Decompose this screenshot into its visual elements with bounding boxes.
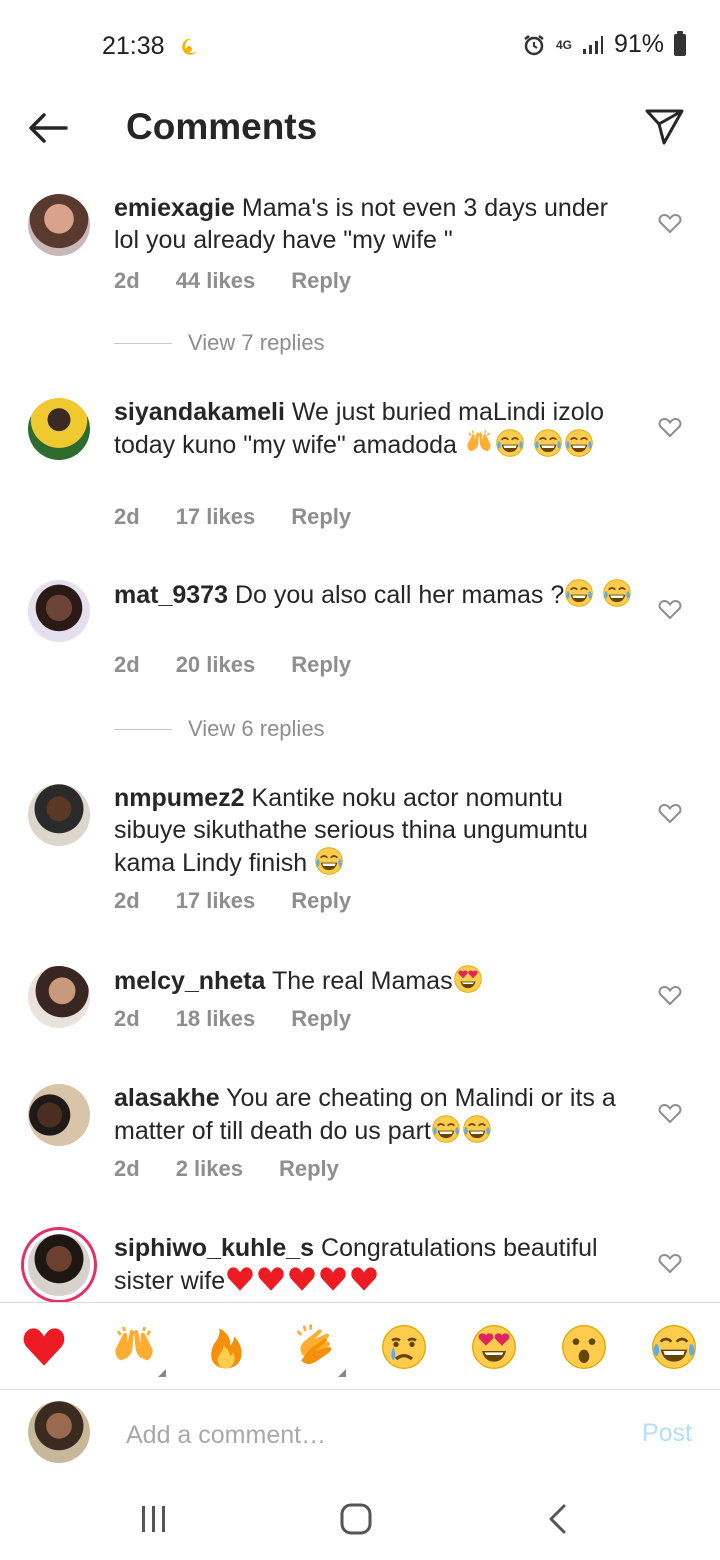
red-heart-emoji-icon (318, 1264, 348, 1294)
like-heart-icon[interactable] (658, 1252, 682, 1274)
like-heart-icon[interactable] (658, 1102, 682, 1124)
tears-of-joy-emoji-icon (462, 1114, 492, 1144)
like-heart-icon[interactable] (658, 416, 682, 438)
network-type-label: 4G (555, 37, 572, 52)
comment-time: 2d (114, 652, 140, 677)
battery-icon (674, 30, 686, 56)
tears-of-joy-emoji-icon (533, 428, 563, 458)
battery-percent: 91% (613, 30, 664, 58)
crying-face-reaction-icon[interactable] (380, 1323, 428, 1371)
surprised-face-reaction-icon[interactable] (560, 1323, 608, 1371)
raising-hands-emoji-icon (464, 428, 494, 458)
like-heart-icon[interactable] (658, 802, 682, 824)
like-heart-icon[interactable] (658, 598, 682, 620)
tears-of-joy-emoji-icon (564, 428, 594, 458)
red-heart-emoji-icon (287, 1264, 317, 1294)
view-replies-label: View 6 replies (188, 716, 325, 741)
raising-hands-reaction-icon[interactable] (110, 1323, 158, 1371)
reply-button[interactable]: Reply (291, 504, 351, 530)
avatar[interactable] (28, 966, 90, 1028)
like-heart-icon[interactable] (658, 212, 682, 234)
tears-of-joy-emoji-icon (495, 428, 525, 458)
comment-time: 2d (114, 268, 140, 293)
comment-username[interactable]: nmpumez2 (114, 784, 245, 812)
comment-username[interactable]: siphiwo_kuhle_s (114, 1234, 314, 1262)
home-icon[interactable] (336, 1502, 376, 1536)
reply-button[interactable]: Reply (291, 652, 351, 678)
comment-time: 2d (114, 888, 140, 913)
comment-username[interactable]: emiexagie (114, 194, 235, 222)
comment-time: 2d (114, 1006, 140, 1031)
quick-reaction-bar (0, 1302, 720, 1390)
reply-button[interactable]: Reply (291, 268, 351, 294)
skin-tone-indicator (158, 1369, 166, 1377)
system-navigation-bar (0, 1480, 720, 1560)
comment-time: 2d (114, 1156, 140, 1181)
comment-username[interactable]: siyandakameli (114, 398, 285, 426)
view-replies-label: View 7 replies (188, 330, 325, 355)
comment-likes[interactable]: 44 likes (176, 268, 256, 294)
heart-reaction-icon[interactable] (20, 1323, 68, 1371)
back-nav-icon[interactable] (538, 1502, 578, 1536)
tears-of-joy-emoji-icon (564, 578, 594, 608)
view-replies-button[interactable]: View 7 replies (114, 330, 325, 356)
fire-reaction-icon[interactable] (202, 1323, 250, 1371)
red-heart-emoji-icon (225, 1264, 255, 1294)
tears-of-joy-reaction-icon[interactable] (650, 1323, 698, 1371)
current-user-avatar (28, 1401, 90, 1463)
avatar[interactable] (28, 194, 90, 256)
red-heart-emoji-icon (256, 1264, 286, 1294)
tears-of-joy-emoji-icon (431, 1114, 461, 1144)
comment-composer: Post (0, 1389, 720, 1479)
avatar[interactable] (28, 1084, 90, 1146)
page-title: Comments (126, 106, 318, 147)
comment-likes[interactable]: 17 likes (176, 888, 256, 914)
comment-likes[interactable]: 17 likes (176, 504, 256, 530)
avatar[interactable] (28, 580, 90, 642)
comment-text: The real Mamas (271, 967, 453, 995)
moon-icon (182, 38, 197, 55)
like-heart-icon[interactable] (658, 984, 682, 1006)
avatar[interactable] (28, 784, 90, 846)
avatar[interactable] (28, 1234, 90, 1296)
header: Comments (0, 92, 720, 166)
view-replies-button[interactable]: View 6 replies (114, 716, 325, 742)
comment-text: Do you also call her mamas ? (234, 581, 565, 609)
share-send-icon[interactable] (642, 104, 686, 148)
tears-of-joy-emoji-icon (314, 846, 344, 876)
heart-eyes-emoji-icon (453, 964, 483, 994)
clapping-hands-reaction-icon[interactable] (292, 1323, 340, 1371)
skin-tone-indicator (338, 1369, 346, 1377)
tears-of-joy-emoji-icon (602, 578, 632, 608)
status-time: 21:38 (102, 32, 165, 60)
status-bar: 21:38 4G 91% (0, 0, 720, 92)
alarm-icon (524, 34, 544, 55)
divider (114, 728, 172, 730)
comment-username[interactable]: melcy_nheta (114, 967, 265, 995)
reply-button[interactable]: Reply (291, 1006, 351, 1032)
post-button[interactable]: Post (642, 1419, 692, 1448)
red-heart-emoji-icon (349, 1264, 379, 1294)
comment-input[interactable] (126, 1415, 606, 1455)
back-arrow-icon[interactable] (26, 108, 70, 148)
comment-time: 2d (114, 504, 140, 529)
comment-likes[interactable]: 18 likes (176, 1006, 256, 1032)
comment-likes[interactable]: 20 likes (176, 652, 256, 678)
comment-username[interactable]: mat_9373 (114, 581, 228, 609)
recent-apps-icon[interactable] (134, 1502, 174, 1536)
comment-username[interactable]: alasakhe (114, 1084, 220, 1112)
heart-eyes-reaction-icon[interactable] (470, 1323, 518, 1371)
avatar[interactable] (28, 398, 90, 460)
reply-button[interactable]: Reply (279, 1156, 339, 1182)
comment-likes[interactable]: 2 likes (176, 1156, 243, 1182)
signal-icon (582, 35, 603, 54)
divider (114, 342, 172, 344)
reply-button[interactable]: Reply (291, 888, 351, 914)
